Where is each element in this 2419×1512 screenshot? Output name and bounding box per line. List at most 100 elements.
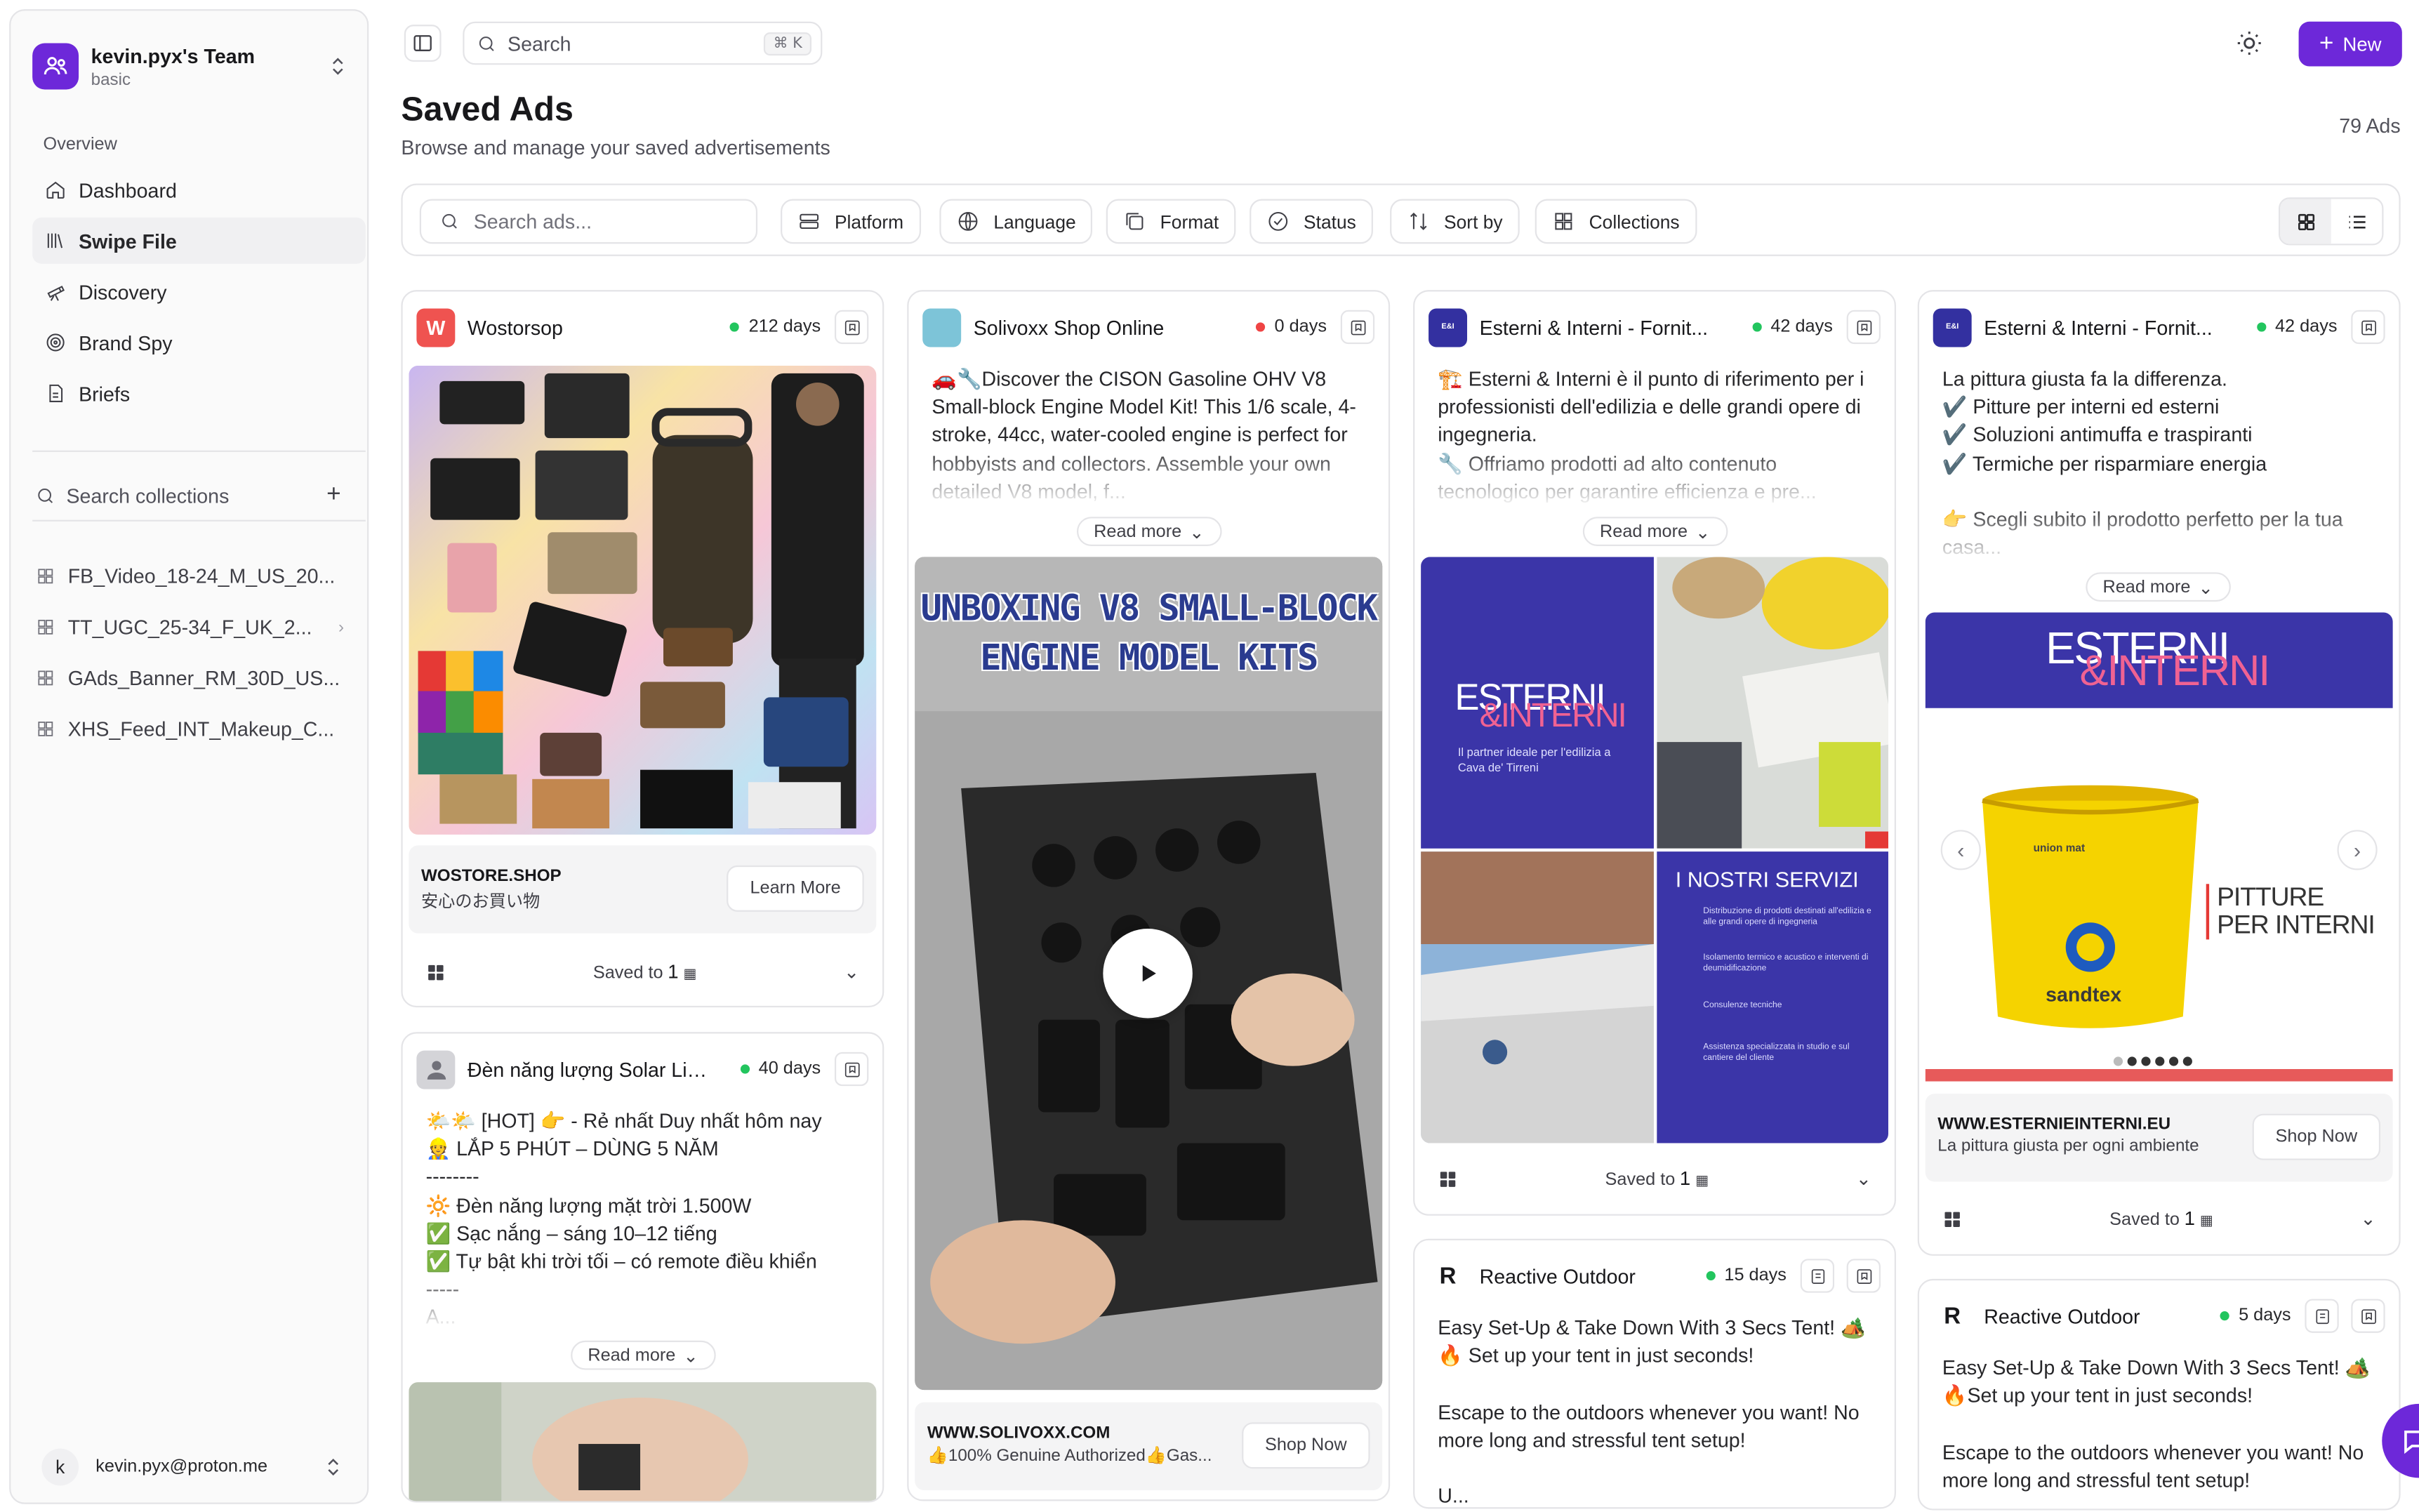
ad-image[interactable]: [409, 365, 877, 835]
bookmark-icon: [2361, 319, 2375, 335]
add-collection-icon[interactable]: +: [326, 482, 341, 510]
save-ad-button[interactable]: [2351, 310, 2385, 345]
document-icon: [1810, 1268, 1824, 1283]
active-days: 212 days: [730, 318, 821, 336]
chevron-down-icon[interactable]: ⌄: [1856, 1168, 1871, 1190]
layout-icon[interactable]: [426, 962, 446, 982]
user-email: kevin.pyx@proton.me: [95, 1457, 268, 1477]
carousel-dot[interactable]: [2182, 1056, 2192, 1066]
save-ad-button[interactable]: [1340, 310, 1375, 345]
sidebar-nav: Dashboard Swipe File Discovery Brand Spy…: [32, 166, 366, 421]
saved-to-label[interactable]: Saved to 1 ▦: [1458, 1168, 1856, 1190]
carousel-dot[interactable]: [2127, 1056, 2137, 1066]
saved-text: Saved to: [2109, 1211, 2180, 1230]
save-ad-button[interactable]: [834, 310, 869, 345]
brand-logo: W: [416, 307, 456, 347]
carousel-dot[interactable]: [2113, 1056, 2123, 1066]
chevron-right-icon[interactable]: ›: [338, 618, 344, 636]
sidebar-item-briefs[interactable]: Briefs: [32, 370, 366, 416]
ad-card-solivoxx[interactable]: Solivoxx Shop Online 0 days 🚗🔧Discover t…: [907, 290, 1391, 1501]
active-days: 0 days: [1256, 318, 1327, 336]
theme-toggle-sun-icon[interactable]: [2235, 29, 2263, 58]
team-switcher[interactable]: kevin.pyx's Team basic: [32, 32, 349, 100]
cta-bar: WWW.ESTERNIEINTERNI.EU La pittura giusta…: [1925, 1094, 2393, 1182]
ad-copy: Easy Set-Up & Take Down With 3 Secs Tent…: [1942, 1355, 2371, 1492]
sort-label: Sort by: [1444, 210, 1503, 232]
ad-card-reactive-outdoor-2[interactable]: R Reactive Outdoor 5 days Easy Set-Up & …: [1917, 1278, 2401, 1511]
read-more-button[interactable]: Read more ⌄: [571, 1340, 715, 1370]
chevron-down-icon[interactable]: ⌄: [844, 961, 859, 983]
days-label: 40 days: [758, 1059, 821, 1079]
save-ad-button[interactable]: [2351, 1299, 2385, 1333]
read-more-button[interactable]: Read more ⌄: [1582, 517, 1728, 546]
active-days: 5 days: [2220, 1306, 2291, 1325]
ad-card-esterni-interni[interactable]: E&I Esterni & Interni - Fornit... 42 day…: [1413, 290, 1896, 1216]
carousel-dot[interactable]: [2141, 1056, 2151, 1066]
brand-logo: R: [1933, 1297, 1972, 1336]
play-button[interactable]: [1103, 929, 1193, 1019]
save-ad-button[interactable]: [834, 1052, 869, 1087]
format-filter-button[interactable]: Format: [1106, 199, 1236, 244]
carousel-dot[interactable]: [2155, 1056, 2165, 1066]
view-details-button[interactable]: [1800, 1259, 1835, 1293]
learn-more-button[interactable]: Learn More: [727, 865, 864, 912]
ad-card-den-nang-luong[interactable]: Đèn năng lượng Solar Lig... 40 days 🌤️🌤️…: [401, 1032, 884, 1503]
status-filter-button[interactable]: Status: [1250, 199, 1374, 244]
collection-item[interactable]: GAds_Banner_RM_30D_US...: [36, 653, 345, 704]
ad-card-esterni-interni-pitture[interactable]: E&I Esterni & Interni - Fornit... 42 day…: [1917, 290, 2401, 1256]
divider: [32, 450, 366, 452]
grid-view-button[interactable]: [2280, 199, 2331, 244]
carousel-next-button[interactable]: ›: [2337, 830, 2378, 870]
carousel-dot[interactable]: [2168, 1056, 2179, 1066]
ad-card-reactive-outdoor[interactable]: R Reactive Outdoor 15 days Easy Set-Up &…: [1413, 1238, 1896, 1509]
read-more-label: Read more: [2102, 578, 2191, 597]
read-more-button[interactable]: Read more ⌄: [1076, 517, 1221, 546]
save-ad-button[interactable]: [1846, 1259, 1881, 1293]
esterni-tagline: Il partner ideale per l'edilizia a Cava …: [1457, 745, 1611, 775]
sidebar-toggle-button[interactable]: [404, 25, 442, 62]
sidebar-item-brand-spy[interactable]: Brand Spy: [32, 319, 366, 366]
layout-icon[interactable]: [1438, 1169, 1458, 1189]
services-title: I NOSTRI SERVIZI: [1675, 867, 1859, 892]
cta-description: 安心のお買い物: [420, 893, 541, 912]
save-ad-button[interactable]: [1846, 310, 1881, 345]
collection-item[interactable]: TT_UGC_25-34_F_UK_2... ›: [36, 602, 345, 653]
language-filter-button[interactable]: Language: [939, 199, 1093, 244]
saved-to-label[interactable]: Saved to 1 ▦: [446, 961, 844, 983]
grid-icon: ▦: [2199, 1212, 2213, 1228]
collections-label: Collections: [1589, 210, 1680, 232]
ad-carousel[interactable]: ESTERNI &INTERNI union mat sandtex PITTU…: [1925, 612, 2393, 1082]
library-icon: [47, 233, 63, 248]
sidebar-item-dashboard[interactable]: Dashboard: [32, 166, 366, 213]
search-collections[interactable]: Search collections +: [36, 479, 341, 510]
collection-item[interactable]: FB_Video_18-24_M_US_20...: [36, 551, 345, 602]
shortcut-hint: ⌘ K: [764, 32, 811, 55]
global-search[interactable]: Search ⌘ K: [463, 21, 823, 65]
layout-icon[interactable]: [1942, 1209, 1963, 1229]
sidebar-item-swipe-file[interactable]: Swipe File: [32, 217, 366, 264]
language-label: Language: [993, 210, 1076, 232]
user-menu[interactable]: k kevin.pyx@proton.me: [41, 1445, 344, 1489]
collection-label: GAds_Banner_RM_30D_US...: [67, 666, 340, 690]
list-view-button[interactable]: [2331, 199, 2382, 244]
search-icon: [479, 36, 494, 51]
read-more-button[interactable]: Read more ⌄: [2086, 572, 2230, 602]
chevron-down-icon[interactable]: ⌄: [2360, 1208, 2375, 1230]
ad-image[interactable]: [409, 1382, 877, 1501]
days-label: 42 days: [2274, 317, 2338, 337]
saved-to-label[interactable]: Saved to 1 ▦: [1962, 1208, 2360, 1230]
ad-card-wostorsop[interactable]: W Wostorsop 212 days WOSTORE.SHOP 安心のお買い…: [401, 290, 884, 1008]
platform-filter-button[interactable]: Platform: [781, 199, 921, 244]
view-details-button[interactable]: [2305, 1299, 2339, 1333]
sort-by-button[interactable]: Sort by: [1390, 199, 1520, 244]
new-button[interactable]: + New: [2298, 21, 2402, 67]
collection-item[interactable]: XHS_Feed_INT_Makeup_C...: [36, 703, 345, 755]
shop-now-button[interactable]: Shop Now: [2252, 1113, 2381, 1160]
shop-now-button[interactable]: Shop Now: [1242, 1422, 1370, 1469]
collections-filter-button[interactable]: Collections: [1535, 199, 1697, 244]
ad-image[interactable]: ESTERNI &INTERNI Il partner ideale per l…: [1421, 557, 1888, 1143]
search-ads-input[interactable]: Search ads...: [419, 199, 758, 244]
ad-video[interactable]: UNBOXING V8 SMALL-BLOCK ENGINE MODEL KIT…: [915, 557, 1383, 1391]
sidebar-item-discovery[interactable]: Discovery: [32, 268, 366, 314]
carousel-prev-button[interactable]: ‹: [1940, 830, 1981, 870]
